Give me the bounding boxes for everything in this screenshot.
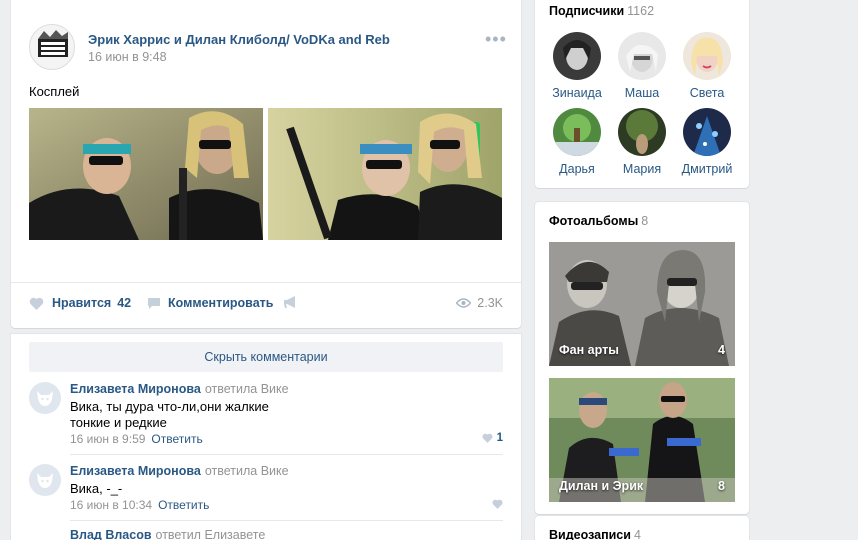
- comment-item: Елизавета Миронова ответила Вике Вика, ты…: [29, 382, 503, 448]
- comment-like-button[interactable]: [492, 499, 503, 509]
- comment-divider: [70, 520, 503, 521]
- heart-icon: [482, 433, 493, 443]
- wall-post: Эрик Харрис и Дилан Клиболд/ VoDKa and R…: [11, 0, 521, 328]
- comment-text-line: Вика, -_-: [70, 481, 123, 496]
- like-count: 42: [117, 296, 132, 310]
- reply-button[interactable]: Ответить: [158, 498, 209, 512]
- vk-dog-icon: [37, 391, 53, 406]
- subscriber-item[interactable]: Дмитрий: [677, 108, 737, 176]
- comment-text: Вика, -_-: [70, 481, 330, 497]
- album-item[interactable]: Дилан и Эрик 8: [549, 378, 735, 502]
- like-label: Нравится: [52, 296, 112, 310]
- subscriber-item[interactable]: Маша: [612, 32, 672, 100]
- comment-text-line: Вика, ты дура что-ли,они жалкие: [70, 399, 269, 414]
- post-actions-bar: Нравится 42 Комментировать 2.3K: [29, 296, 503, 316]
- subscriber-avatar[interactable]: [618, 108, 666, 156]
- views-counter: 2.3K: [456, 296, 503, 310]
- subscriber-avatar[interactable]: [553, 108, 601, 156]
- comment-date[interactable]: 16 июн в 10:34: [70, 498, 152, 512]
- comment-avatar[interactable]: [29, 528, 61, 540]
- post-timestamp[interactable]: 16 июн в 9:48: [88, 50, 167, 64]
- reply-button[interactable]: Ответить: [151, 432, 202, 446]
- group-avatar[interactable]: [29, 24, 75, 70]
- videos-header[interactable]: Видеозаписи 4: [549, 528, 641, 540]
- album-photo-count: 8: [718, 479, 725, 493]
- post-author-link[interactable]: Эрик Харрис и Дилан Клиболд/ VoDKa and R…: [88, 32, 390, 47]
- comment-avatar[interactable]: [29, 464, 61, 496]
- subscriber-name[interactable]: Мария: [612, 162, 672, 176]
- subscriber-item[interactable]: Зинаида: [547, 32, 607, 100]
- videos-count: 4: [633, 528, 641, 540]
- comment-like-count: 1: [496, 432, 503, 444]
- comment-author-name[interactable]: Елизавета Миронова: [70, 382, 201, 396]
- videos-block: Видеозаписи 4: [535, 516, 749, 540]
- comment-item: Влад Власов ответил Елизавете: [29, 528, 503, 540]
- subscriber-avatar[interactable]: [683, 32, 731, 80]
- vk-dog-icon: [37, 473, 53, 488]
- comment-author-name[interactable]: Влад Власов: [70, 528, 152, 540]
- album-name: Дилан и Эрик: [559, 479, 644, 493]
- comment-author[interactable]: Елизавета Миронова ответила Вике: [70, 464, 289, 478]
- comment-reply-to[interactable]: ответил Елизавете: [156, 528, 266, 540]
- hide-comments-button[interactable]: Скрыть комментарии: [29, 342, 503, 372]
- photo-albums-block: Фотоальбомы 8 Фан арты 4 Дилан и Эрик 8: [535, 202, 749, 514]
- albums-header[interactable]: Фотоальбомы 8: [549, 214, 648, 228]
- comment-text-line: тонкие и редкие: [70, 415, 167, 430]
- subscriber-name[interactable]: Света: [677, 86, 737, 100]
- comment-reply-to[interactable]: ответила Вике: [205, 464, 289, 478]
- subscriber-avatar[interactable]: [553, 32, 601, 80]
- comment-author[interactable]: Елизавета Миронова ответила Вике: [70, 382, 289, 396]
- subscriber-item[interactable]: Мария: [612, 108, 672, 176]
- comment-reply-to[interactable]: ответила Вике: [205, 382, 289, 396]
- album-photo-count: 4: [718, 343, 725, 357]
- heart-icon: [29, 297, 44, 310]
- subscriber-name[interactable]: Дмитрий: [677, 162, 737, 176]
- albums-title[interactable]: Фотоальбомы: [549, 214, 638, 228]
- comment-divider: [70, 454, 503, 455]
- like-button[interactable]: Нравится 42: [29, 296, 131, 310]
- subscribers-title[interactable]: Подписчики: [549, 4, 624, 18]
- album-name: Фан арты: [559, 343, 619, 357]
- subscriber-name[interactable]: Зинаида: [547, 86, 607, 100]
- comment-author[interactable]: Влад Власов ответил Елизавете: [70, 528, 265, 540]
- share-button[interactable]: [283, 296, 298, 309]
- comment-like-button[interactable]: 1: [482, 432, 503, 444]
- subscriber-item[interactable]: Дарья: [547, 108, 607, 176]
- comment-author-name[interactable]: Елизавета Миронова: [70, 464, 201, 478]
- comments-section: Скрыть комментарии Елизавета Миронова отв…: [11, 334, 521, 540]
- subscribers-header[interactable]: Подписчики 1162: [549, 4, 654, 18]
- post-divider: [11, 282, 521, 283]
- heart-icon: [492, 499, 503, 509]
- albums-count: 8: [641, 214, 649, 228]
- post-photo-2[interactable]: [268, 108, 502, 240]
- comment-button[interactable]: Комментировать: [147, 296, 273, 310]
- album-item[interactable]: Фан арты 4: [549, 242, 735, 366]
- comment-meta: 16 июн в 9:59 Ответить: [70, 432, 203, 446]
- subscriber-name[interactable]: Дарья: [547, 162, 607, 176]
- post-text: Косплей: [29, 84, 80, 99]
- subscribers-block: Подписчики 1162 Зинаида Маша Света Дарья …: [535, 0, 749, 188]
- megaphone-icon: [283, 296, 298, 309]
- comment-meta: 16 июн в 10:34 Ответить: [70, 498, 209, 512]
- comment-item: Елизавета Миронова ответила Вике Вика, -_…: [29, 464, 503, 514]
- eye-icon: [456, 298, 472, 308]
- videos-title[interactable]: Видеозаписи: [549, 528, 631, 540]
- subscriber-avatar[interactable]: [683, 108, 731, 156]
- views-count: 2.3K: [477, 296, 503, 310]
- comment-text: Вика, ты дура что-ли,они жалкие тонкие и…: [70, 399, 330, 431]
- comment-avatar[interactable]: [29, 382, 61, 414]
- subscriber-avatar[interactable]: [618, 32, 666, 80]
- subscriber-item[interactable]: Света: [677, 32, 737, 100]
- comment-date[interactable]: 16 июн в 9:59: [70, 432, 145, 446]
- subscriber-name[interactable]: Маша: [612, 86, 672, 100]
- subscribers-count: 1162: [627, 4, 655, 18]
- post-more-icon[interactable]: •••: [485, 30, 507, 48]
- comment-label: Комментировать: [168, 296, 274, 310]
- comment-icon: [147, 297, 161, 310]
- post-photo-1[interactable]: [29, 108, 263, 240]
